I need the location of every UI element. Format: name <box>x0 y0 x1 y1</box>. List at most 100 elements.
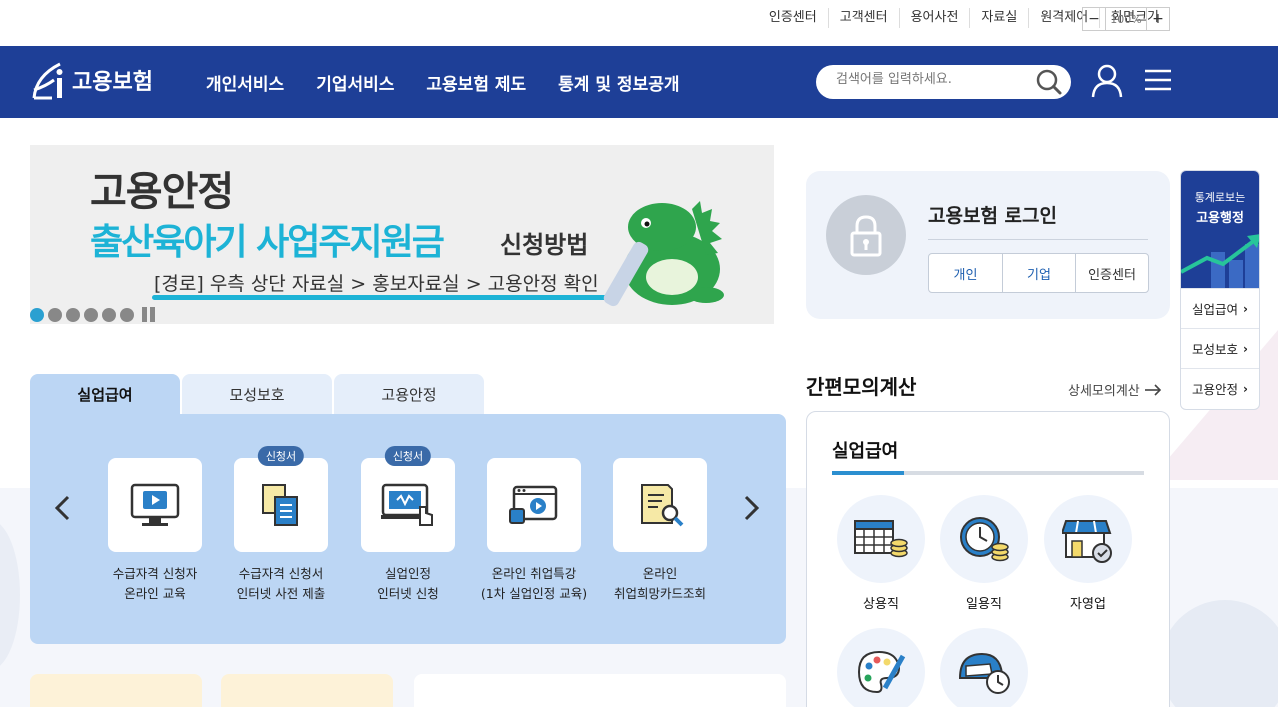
banner-pagination <box>30 307 158 322</box>
dinosaur-mascot-icon <box>603 201 724 307</box>
service-icon-box <box>613 458 707 552</box>
service-label: 수급자격 신청자 온라인 교육 <box>112 566 198 601</box>
application-badge: 신청서 <box>384 446 432 466</box>
chevron-right-icon[interactable] <box>742 494 762 522</box>
service-pre-submission[interactable]: 신청서 수급자격 신청서 인터넷 사전 제출 <box>216 446 346 604</box>
banner-dot[interactable] <box>120 307 134 322</box>
search-input[interactable] <box>836 72 1026 87</box>
divider <box>928 239 1148 240</box>
store-icon <box>1062 520 1112 563</box>
job-icon-circle <box>1044 495 1132 583</box>
job-label: 자영업 <box>1070 597 1106 612</box>
hamburger-menu-icon[interactable] <box>1144 68 1172 92</box>
utility-bar: 인증센터 고객센터 용어사전 자료실 원격제어 화면크기 − 100% + <box>0 0 1278 46</box>
lock-icon-circle <box>826 195 906 275</box>
logo-icon <box>32 62 63 100</box>
job-icon-circle <box>837 628 925 707</box>
user-icon[interactable] <box>1090 63 1124 99</box>
calc-detail-link[interactable]: 상세모의계산 <box>1068 380 1162 399</box>
job-icon-circle <box>837 495 925 583</box>
banner-underline <box>152 295 612 300</box>
quick-item-maternity[interactable]: 모성보호 › <box>1181 328 1259 368</box>
tab-employment-stability[interactable]: 고용안정 <box>334 374 484 414</box>
banner-dot[interactable] <box>102 307 116 322</box>
pause-icon[interactable] <box>142 307 158 322</box>
job-daily[interactable]: 일용직 <box>940 495 1028 612</box>
nav-item-personal[interactable]: 개인서비스 <box>206 70 284 95</box>
service-online-lecture[interactable]: 온라인 취업특강 (1차 실업인정 교육) <box>469 458 599 604</box>
video-lecture-icon <box>509 485 558 524</box>
job-regular[interactable]: 상용직 <box>837 495 925 612</box>
quick-item-label: 실업급여 <box>1192 302 1239 317</box>
tab-maternity[interactable]: 모성보호 <box>182 374 332 414</box>
util-link-cert[interactable]: 인증센터 <box>758 8 828 28</box>
chevron-right-icon: › <box>1243 301 1248 316</box>
calc-progress-bar <box>832 471 1144 475</box>
banner-dot[interactable] <box>84 307 98 322</box>
quick-item-label: 고용안정 <box>1192 382 1239 397</box>
nav-item-statistics[interactable]: 통계 및 정보공개 <box>558 70 679 95</box>
service-label: 수급자격 신청서 인터넷 사전 제출 <box>236 566 326 601</box>
lock-icon <box>850 215 882 257</box>
banner-dot[interactable] <box>30 307 44 322</box>
bottom-card[interactable] <box>414 674 786 707</box>
clock-coins-icon <box>960 517 1009 562</box>
calendar-coins-icon <box>854 520 908 558</box>
zoom-value: 100% <box>1105 8 1147 30</box>
bottom-card[interactable] <box>30 674 202 707</box>
login-cert-center-button[interactable]: 인증센터 <box>1075 254 1148 292</box>
job-self-employed[interactable]: 자영업 <box>1044 495 1132 612</box>
util-link-archive[interactable]: 자료실 <box>969 8 1028 28</box>
chevron-left-icon[interactable] <box>52 494 72 522</box>
online-apply-icon <box>381 483 433 526</box>
main-banner[interactable]: 고용안정 출산육아기 사업주지원금 신청방법 [경로] 우측 상단 자료실 > … <box>30 145 774 324</box>
service-unemployment-recognition[interactable]: 신청서 실업인정 인터넷 신청 <box>343 446 473 604</box>
job-icon-circle <box>940 495 1028 583</box>
service-tabs: 실업급여 모성보호 고용안정 <box>30 374 486 414</box>
search-box <box>816 65 1071 99</box>
banner-headline: 출산육아기 사업주지원금 <box>90 222 445 263</box>
application-badge: 신청서 <box>257 446 305 466</box>
service-online-education[interactable]: 수급자격 신청자 온라인 교육 <box>90 458 220 604</box>
service-icon-box: 신청서 <box>361 446 455 552</box>
quick-item-label: 모성보호 <box>1192 342 1239 357</box>
nav-item-business[interactable]: 기업서비스 <box>316 70 394 95</box>
job-delivery[interactable] <box>940 628 1028 707</box>
service-hope-card[interactable]: 온라인 취업희망카드조회 <box>595 458 725 604</box>
quick-menu-statistics[interactable]: 통계로보는 고용행정 <box>1181 171 1259 288</box>
service-icon-box <box>487 458 581 552</box>
util-link-customer[interactable]: 고객센터 <box>827 8 899 28</box>
zoom-in-button[interactable]: + <box>1147 8 1169 30</box>
monitor-play-icon <box>130 483 180 526</box>
calc-detail-label: 상세모의계산 <box>1068 384 1140 399</box>
service-icon-box: 신청서 <box>234 446 328 552</box>
bottom-card[interactable] <box>221 674 393 707</box>
quick-top-line1: 통계로보는 <box>1194 191 1246 204</box>
login-title: 고용보험 로그인 <box>928 205 1057 227</box>
banner-dot[interactable] <box>48 307 62 322</box>
login-business-button[interactable]: 기업 <box>1002 254 1075 292</box>
chevron-right-icon: › <box>1243 341 1248 356</box>
tab-unemployment[interactable]: 실업급여 <box>30 374 180 414</box>
zoom-control: − 100% + <box>1082 7 1170 31</box>
nav-item-system[interactable]: 고용보험 제도 <box>426 70 526 95</box>
quick-item-unemployment[interactable]: 실업급여 › <box>1181 288 1259 328</box>
calc-box: 실업급여 상용직 일용직 자영업 <box>806 411 1170 707</box>
banner-title: 고용안정 <box>90 169 234 215</box>
zoom-out-button[interactable]: − <box>1083 8 1105 30</box>
service-label: 온라인 취업희망카드조회 <box>613 566 706 601</box>
login-button-group: 개인 기업 인증센터 <box>928 253 1149 293</box>
quick-item-stability[interactable]: 고용안정 › <box>1181 368 1259 408</box>
login-personal-button[interactable]: 개인 <box>929 254 1002 292</box>
util-link-glossary[interactable]: 용어사전 <box>898 8 970 28</box>
search-icon[interactable] <box>1035 68 1063 96</box>
banner-dot[interactable] <box>66 307 80 322</box>
palette-icon <box>857 650 906 694</box>
helmet-clock-icon <box>958 652 1010 694</box>
chevron-right-icon: › <box>1243 381 1248 396</box>
global-nav: 개인서비스 기업서비스 고용보험 제도 통계 및 정보공개 <box>206 46 712 118</box>
site-logo[interactable]: 고용보험 <box>30 58 153 102</box>
job-artist[interactable] <box>837 628 925 707</box>
service-label: 실업인정 인터넷 신청 <box>377 566 439 601</box>
calc-title: 간편모의계산 <box>806 375 917 399</box>
